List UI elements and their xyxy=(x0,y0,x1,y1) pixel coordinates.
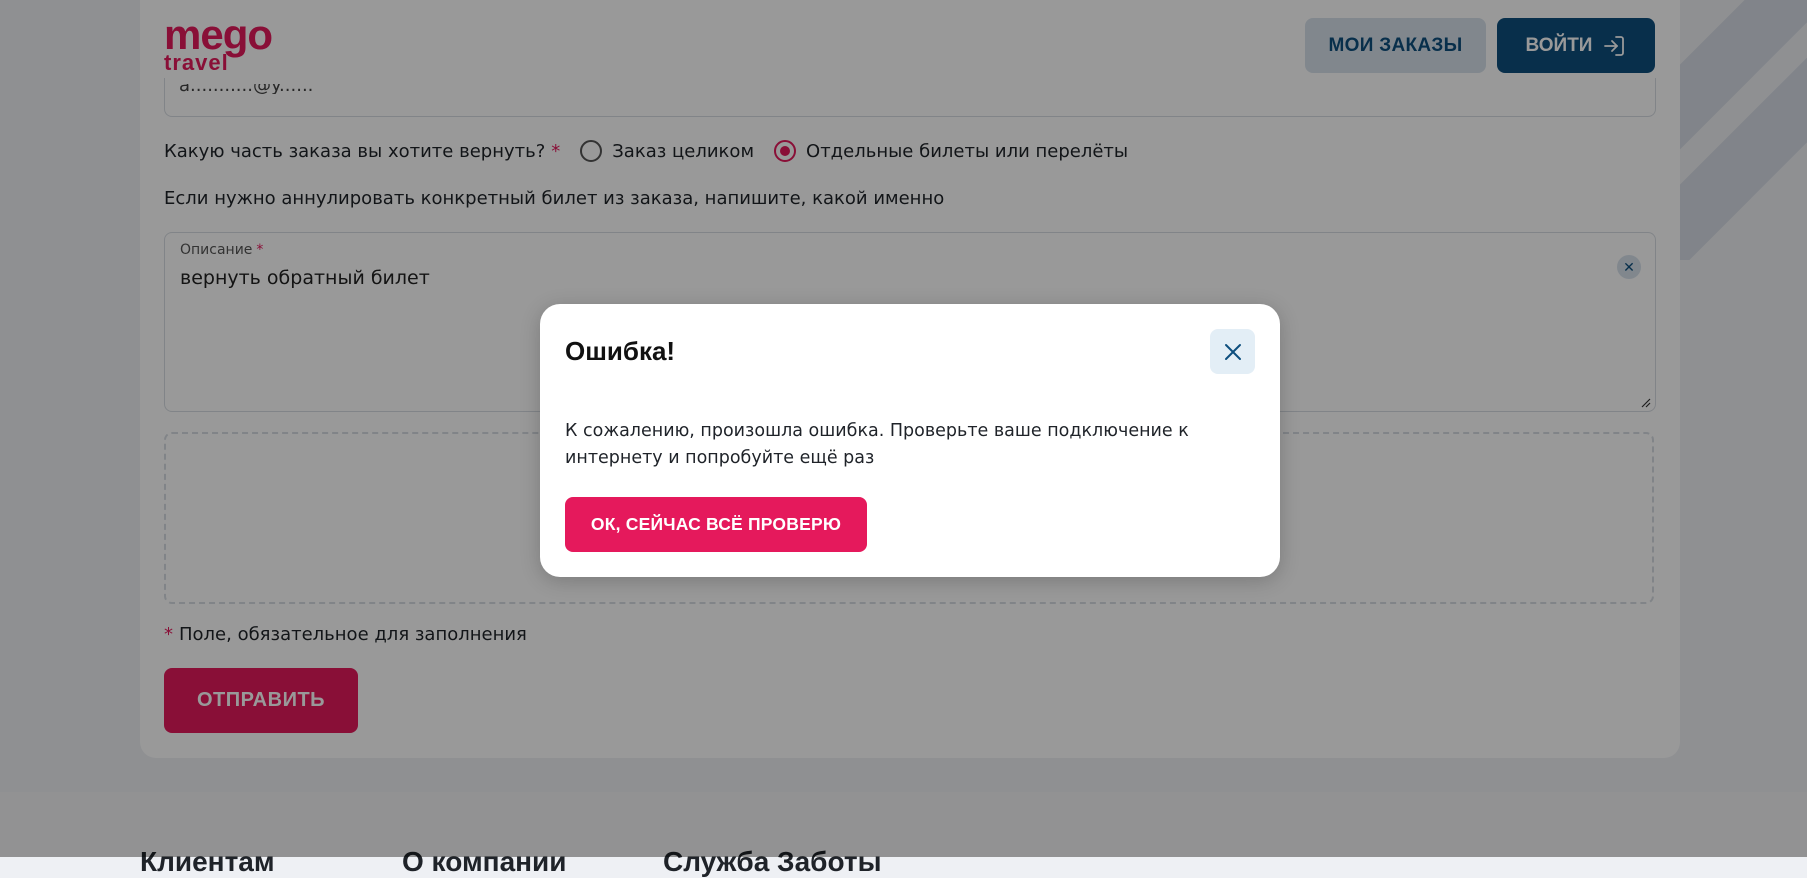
dialog-title: Ошибка! xyxy=(565,336,676,366)
ok-button[interactable]: ОК, СЕЙЧАС ВСЁ ПРОВЕРЮ xyxy=(565,497,867,552)
dialog-message: К сожалению, произошла ошибка. Проверьте… xyxy=(565,421,1189,468)
close-icon xyxy=(1224,343,1241,360)
close-dialog-button[interactable] xyxy=(1210,329,1255,374)
error-dialog: Ошибка! К сожалению, произошла ошибка. П… xyxy=(540,304,1280,577)
